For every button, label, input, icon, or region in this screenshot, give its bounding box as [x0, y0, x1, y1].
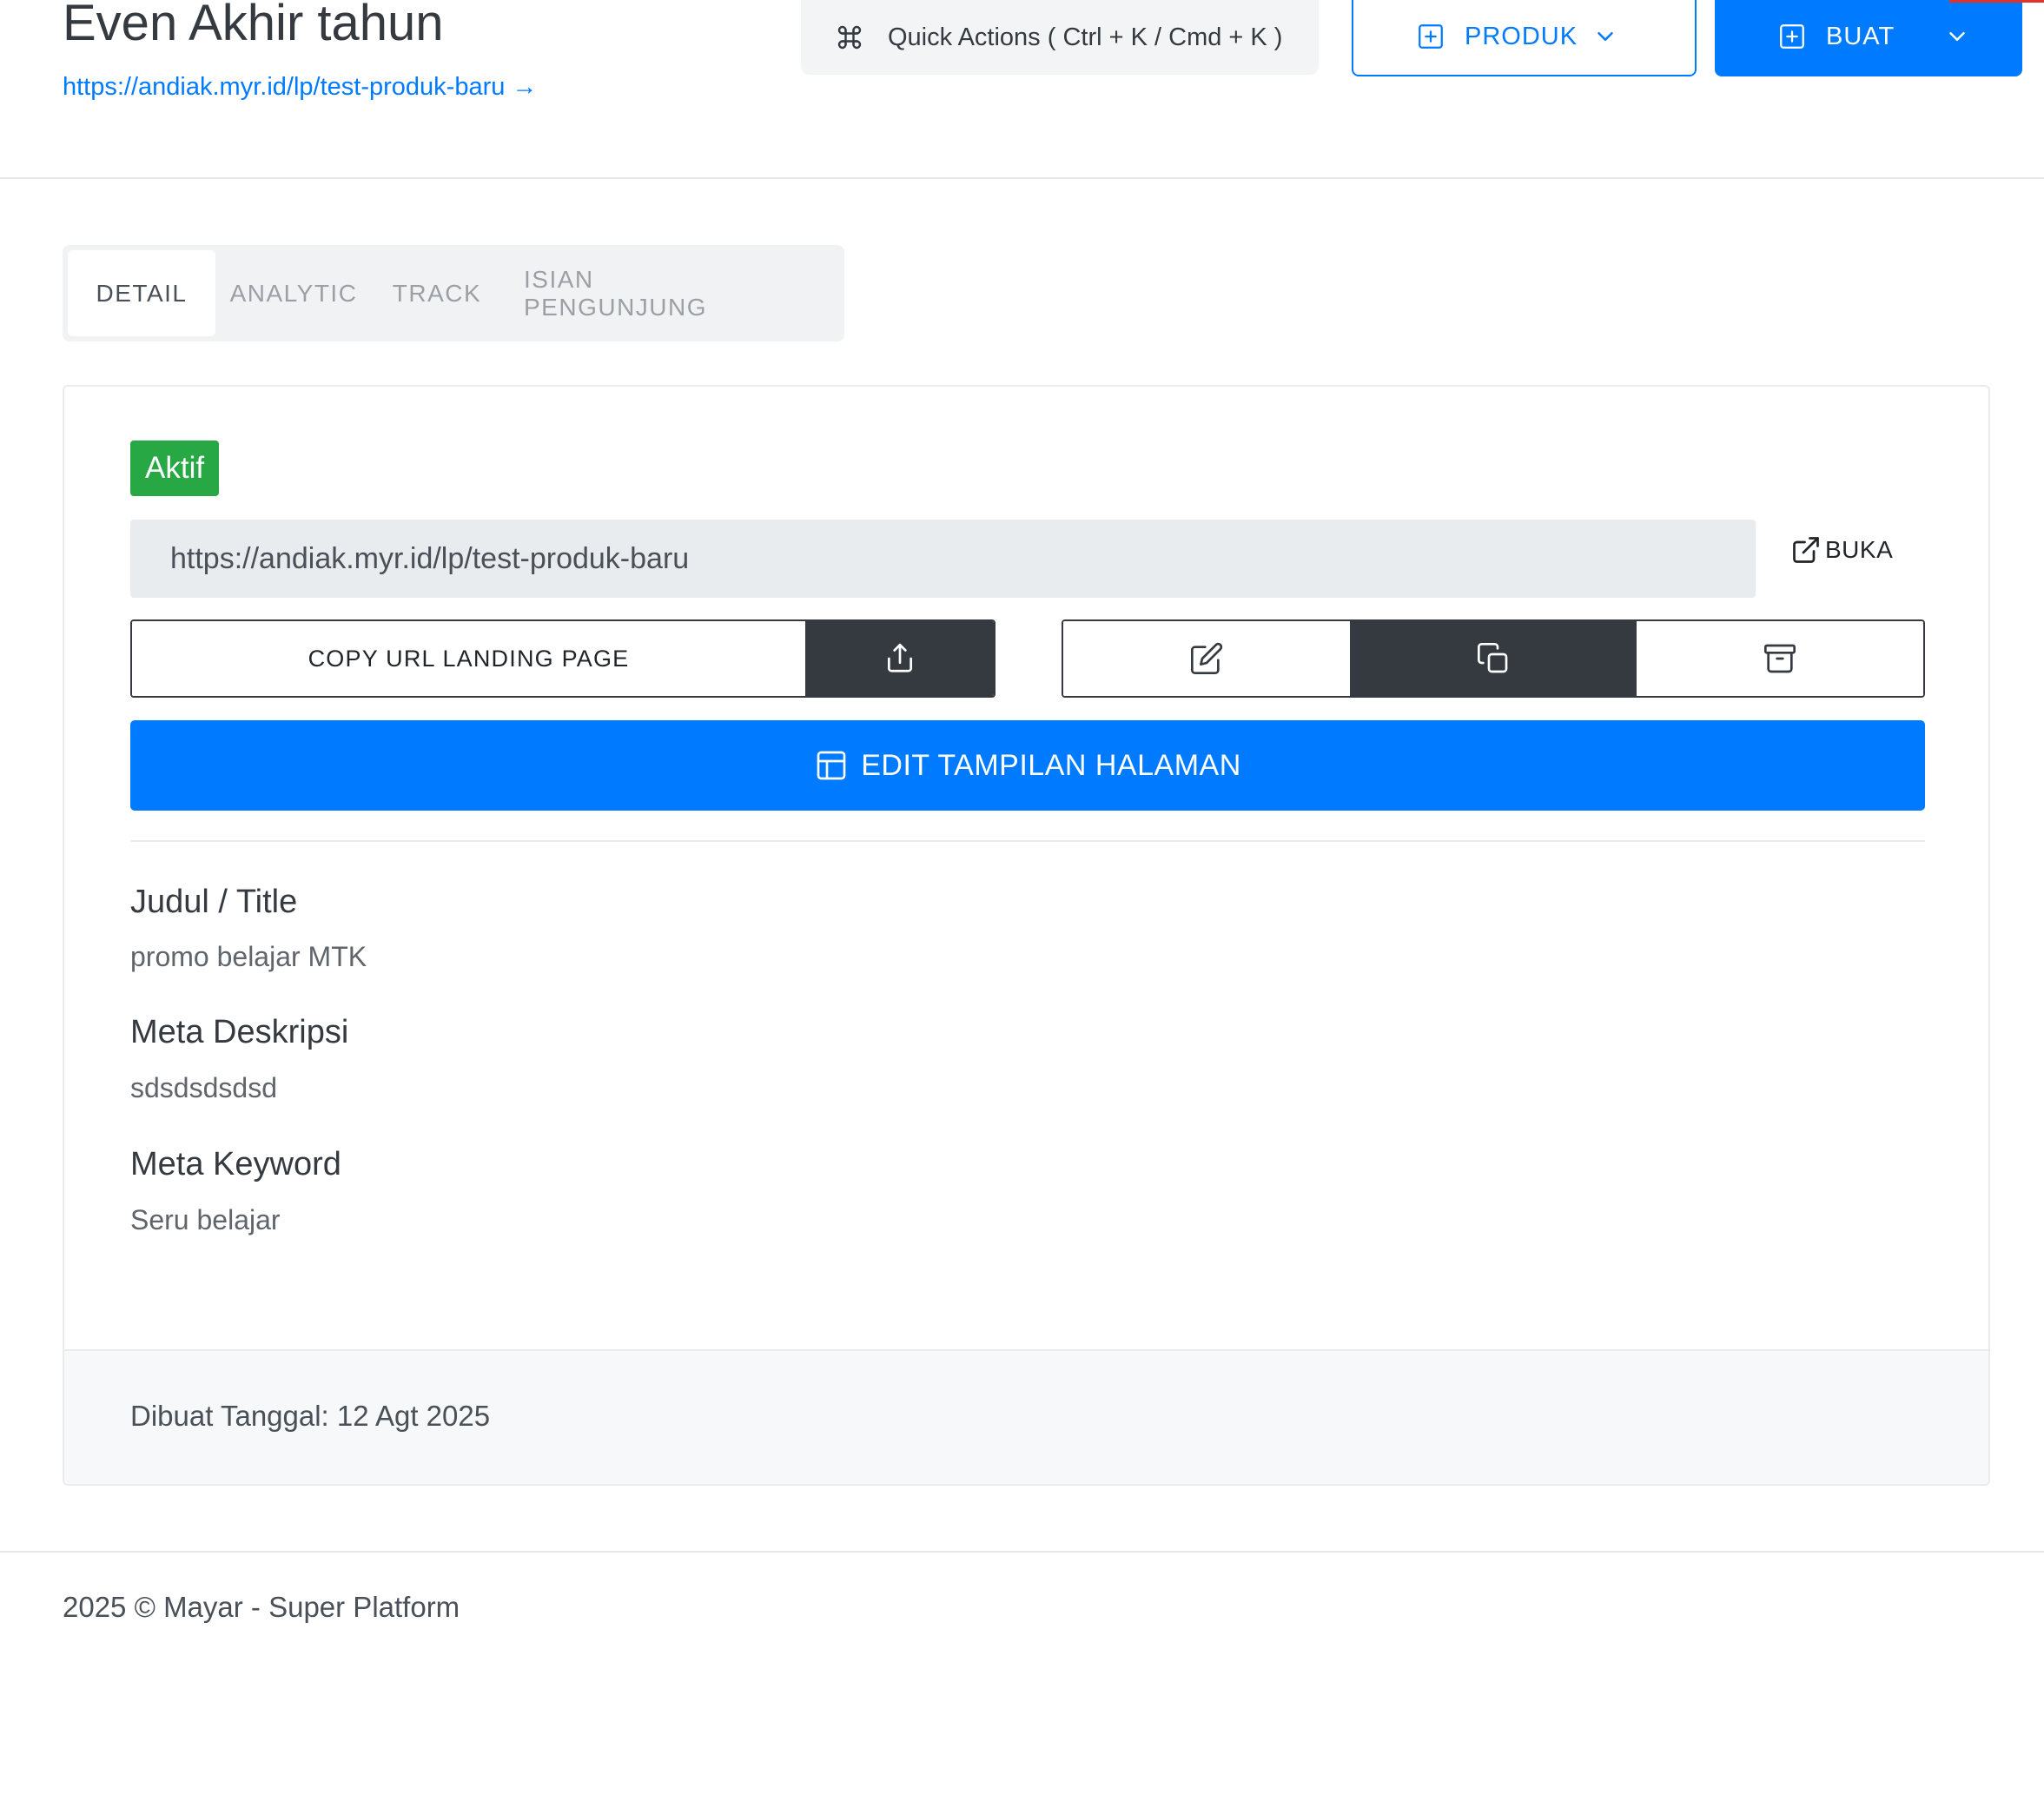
buat-label: BUAT [1826, 22, 1895, 50]
archive-icon [1764, 644, 1796, 673]
edit-page-label: EDIT TAMPILAN HALAMAN [861, 748, 1241, 782]
top-header: Even Akhir tahun https://andiak.myr.id/l… [0, 0, 2044, 179]
meta-keyword-value: Seru belajar [130, 1204, 281, 1235]
plus-square-icon [1780, 24, 1804, 49]
copy-url-button[interactable]: COPY URL LANDING PAGE [132, 621, 805, 696]
plus-square-icon [1419, 24, 1443, 49]
copy-icon [1478, 643, 1508, 673]
produk-dropdown-button[interactable]: PRODUK [1352, 0, 1697, 76]
status-badge: Aktif [130, 440, 220, 496]
duplicate-button[interactable] [1350, 621, 1637, 696]
quick-actions-button[interactable]: Quick Actions ( Ctrl + K / Cmd + K ) [801, 0, 1319, 75]
edit-icon [1191, 642, 1223, 674]
meta-description-label: Meta Deskripsi [130, 1014, 349, 1050]
archive-button[interactable] [1637, 621, 1923, 696]
title-value: promo belajar MTK [130, 941, 367, 972]
buat-dropdown-button[interactable]: BUAT [1715, 0, 2022, 76]
top-edge-marker [1949, 0, 2044, 3]
command-icon [837, 25, 862, 50]
produk-label: PRODUK [1465, 22, 1578, 50]
landing-page-detail-card: Aktif BUKA COPY URL LANDING PAGE [63, 385, 1990, 1486]
open-link-label: BUKA [1825, 536, 1894, 563]
tab-track[interactable]: TRACK [372, 250, 502, 336]
page-title: Even Akhir tahun [63, 0, 444, 51]
copy-url-group: COPY URL LANDING PAGE [130, 619, 996, 698]
meta-keyword-label: Meta Keyword [130, 1146, 341, 1182]
open-link-button[interactable]: BUKA [1790, 534, 1893, 566]
meta-description-value: sdsdsdsdsd [130, 1072, 277, 1103]
detail-tabs: DETAIL ANALYTIC TRACK ISIAN PENGUNJUNG [63, 245, 844, 341]
tab-analytic[interactable]: ANALYTIC [215, 250, 372, 336]
page-footer: 2025 © Mayar - Super Platform [0, 1551, 2044, 1638]
title-label: Judul / Title [130, 884, 298, 920]
chevron-down-icon [1949, 32, 1965, 41]
landing-page-link[interactable]: https://andiak.myr.id/lp/test-produk-bar… [63, 73, 537, 102]
tab-detail[interactable]: DETAIL [68, 250, 215, 336]
share-upload-icon [887, 643, 912, 672]
card-footer: Dibuat Tanggal: 12 Agt 2025 [64, 1349, 1988, 1484]
chevron-down-icon [1597, 32, 1613, 41]
copyright-text: 2025 © Mayar - Super Platform [63, 1591, 460, 1623]
share-button[interactable] [805, 621, 994, 696]
landing-url-field[interactable] [130, 520, 1756, 598]
page-actions-group [1062, 619, 1925, 698]
quick-actions-label: Quick Actions ( Ctrl + K / Cmd + K ) [888, 23, 1283, 51]
created-date: Dibuat Tanggal: 12 Agt 2025 [130, 1400, 491, 1432]
edit-page-layout-button[interactable]: EDIT TAMPILAN HALAMAN [130, 720, 1925, 811]
tab-isian-pengunjung[interactable]: ISIAN PENGUNJUNG [502, 250, 754, 336]
layout-icon [817, 751, 846, 780]
external-link-icon [1793, 537, 1819, 563]
divider [130, 840, 1925, 842]
edit-button[interactable] [1063, 621, 1350, 696]
